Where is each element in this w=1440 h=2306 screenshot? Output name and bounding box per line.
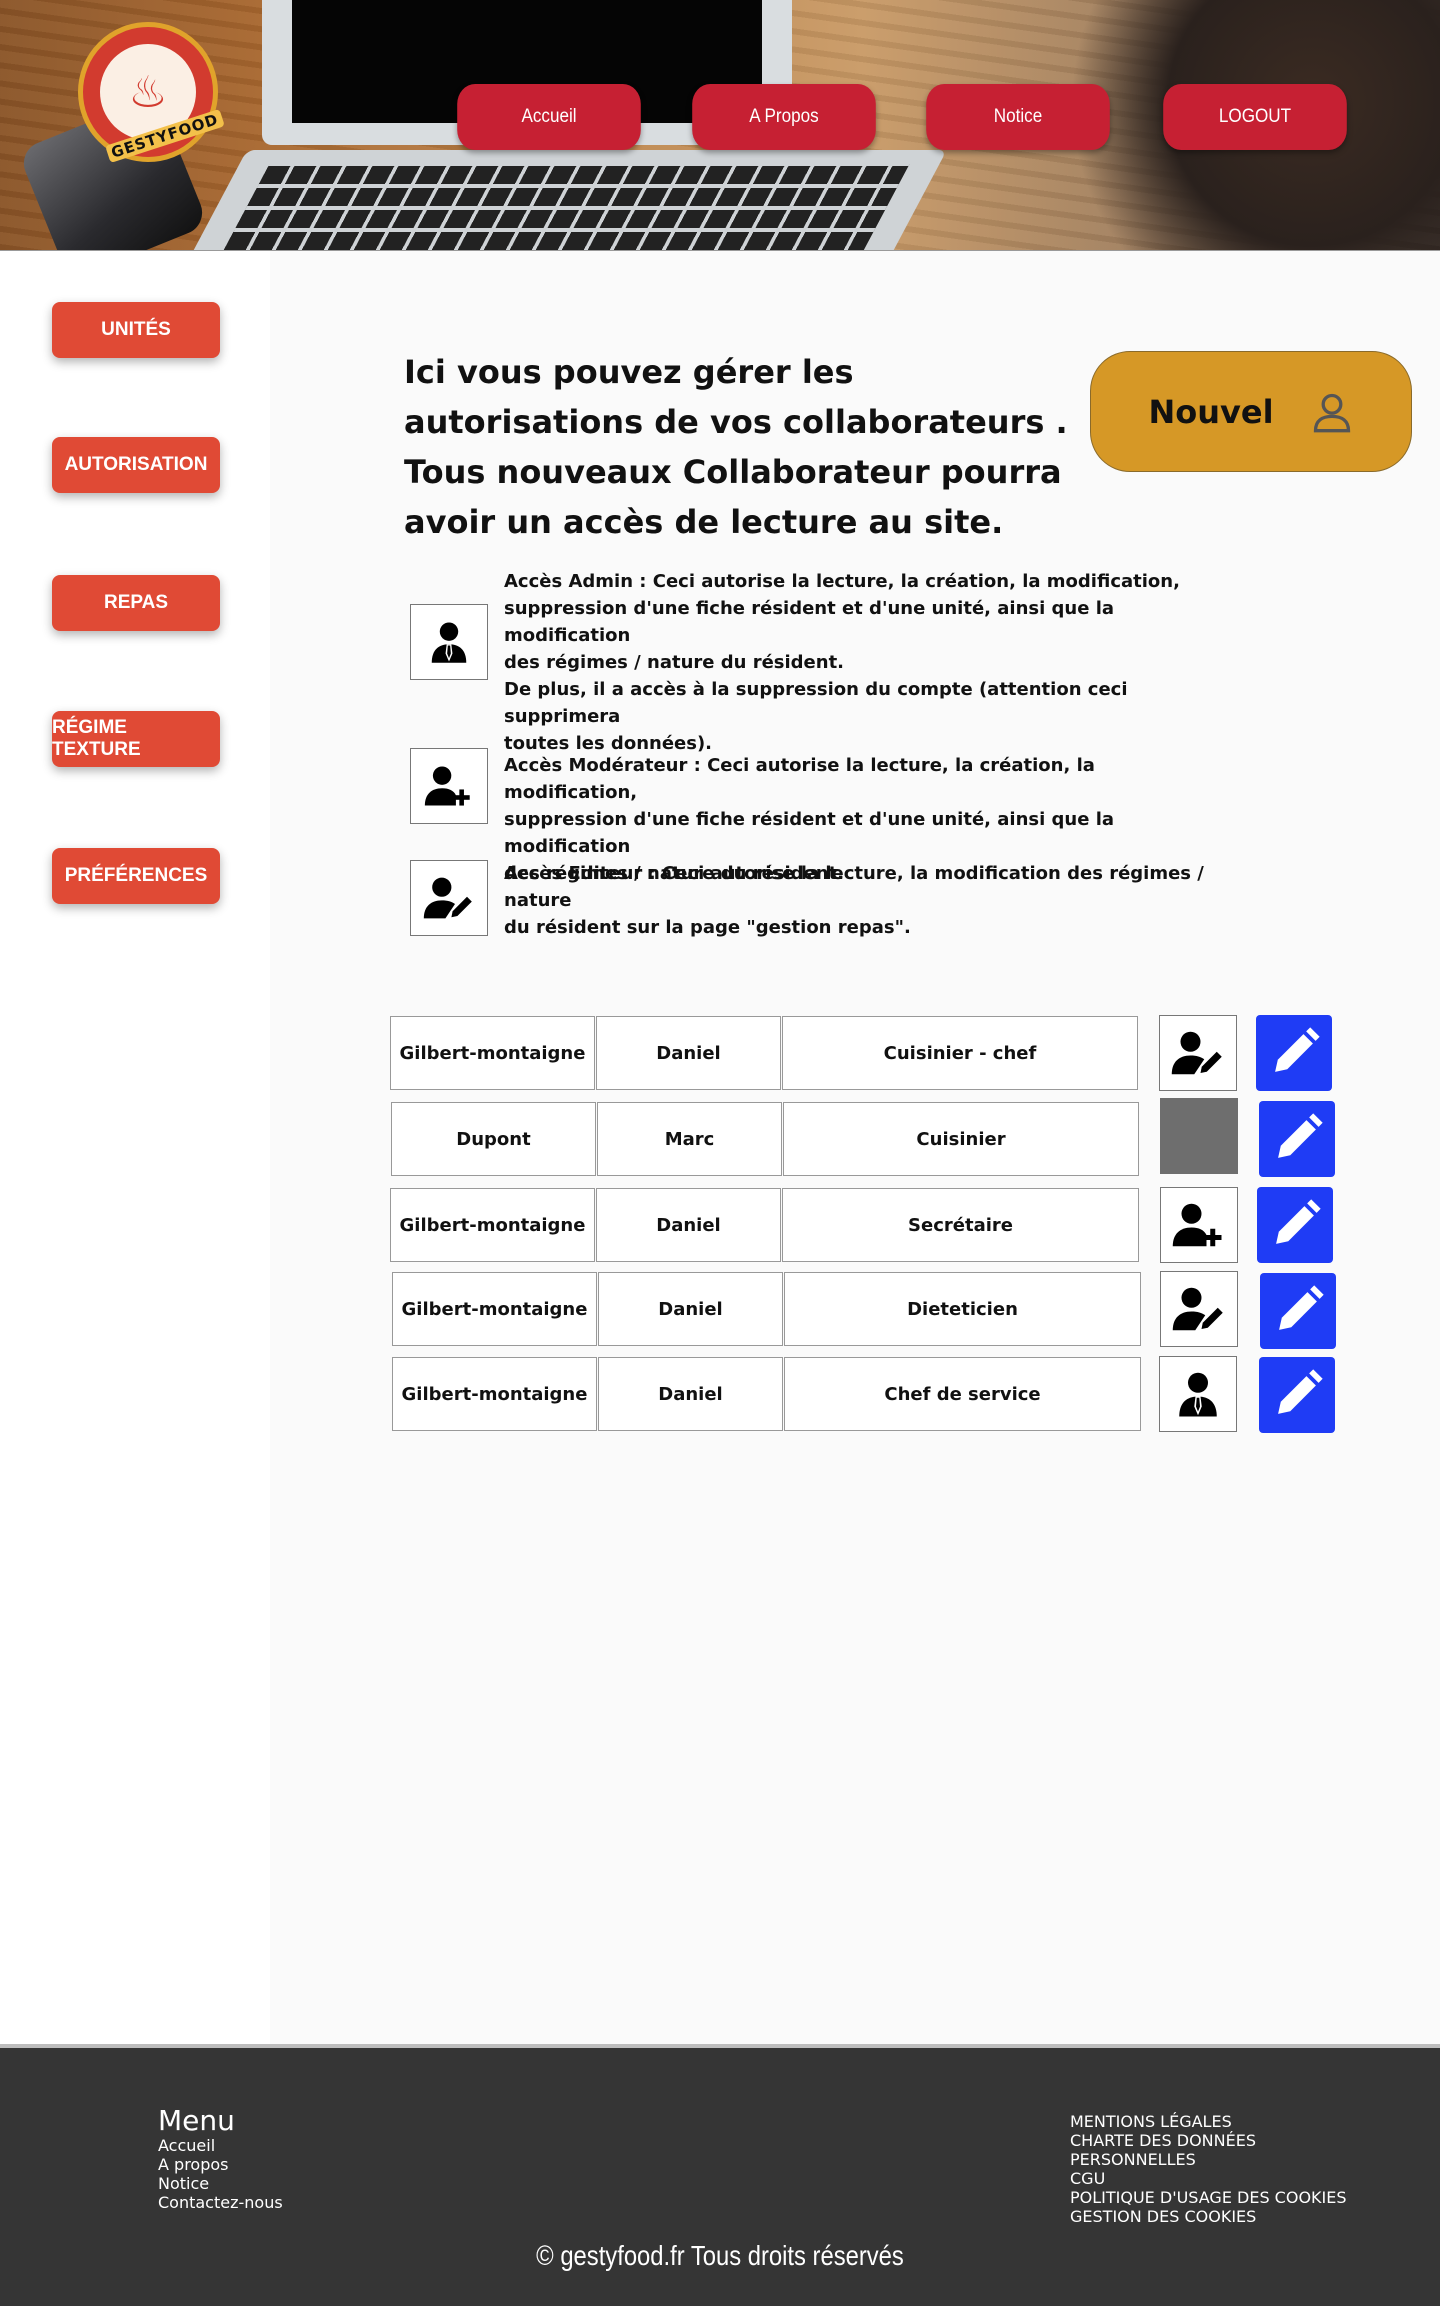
footer-link-charte-donnees[interactable]: CHARTE DES DONNÉES — [1070, 2131, 1347, 2150]
row1-prenom-cell: Daniel — [596, 1016, 781, 1090]
footer-link-charte-donnees-2[interactable]: PERSONNELLES — [1070, 2150, 1347, 2169]
admin-role-icon-box — [410, 604, 488, 680]
pencil-icon — [1268, 1198, 1322, 1252]
row3-prenom-cell: Daniel — [596, 1188, 781, 1262]
sidebar-item-autorisation[interactable]: AUTORISATION — [52, 437, 220, 493]
pencil-icon — [1270, 1368, 1324, 1422]
sidebar-item-repas[interactable]: REPAS — [52, 575, 220, 631]
row4-access-box[interactable] — [1160, 1271, 1238, 1347]
admin-role-description: Accès Admin : Ceci autorise la lecture, … — [504, 568, 1224, 757]
row2-access-box-empty[interactable] — [1160, 1098, 1238, 1174]
footer-link-cgu[interactable]: CGU — [1070, 2169, 1347, 2188]
nav-notice-button[interactable]: Notice — [926, 84, 1110, 150]
footer-link-notice[interactable]: Notice — [158, 2174, 283, 2193]
user-pen-icon — [1170, 1028, 1226, 1078]
footer-link-contact[interactable]: Contactez-nous — [158, 2193, 283, 2212]
page-intro: Ici vous pouvez gérer les autorisations … — [404, 353, 1068, 541]
sidebar-item-regime-texture[interactable]: RÉGIME TEXTURE — [52, 711, 220, 767]
user-plus-icon — [423, 763, 475, 809]
row3-nom-cell: Gilbert-montaigne — [390, 1188, 595, 1262]
footer-legal-links: MENTIONS LÉGALES CHARTE DES DONNÉES PERS… — [1070, 2112, 1347, 2226]
row4-prenom-cell: Daniel — [598, 1272, 783, 1346]
nav-logout-button[interactable]: LOGOUT — [1163, 84, 1347, 150]
footer-link-politique-cookies[interactable]: POLITIQUE D'USAGE DES COOKIES — [1070, 2188, 1347, 2207]
row5-prenom-cell: Daniel — [598, 1357, 783, 1431]
footer-menu-title: Menu — [158, 2104, 235, 2137]
user-tie-icon — [1173, 1369, 1223, 1419]
row1-poste-cell: Cuisinier - chef — [782, 1016, 1138, 1090]
moderator-role-icon-box — [410, 748, 488, 824]
row1-nom-cell: Gilbert-montaigne — [390, 1016, 595, 1090]
admin-role-text: Accès Admin : Ceci autorise la lecture, … — [504, 571, 1180, 754]
footer-copyright: © gestyfood.fr Tous droits réservés — [536, 2240, 904, 2271]
footer-menu-links: Accueil A propos Notice Contactez-nous — [158, 2136, 283, 2212]
row1-edit-button[interactable] — [1256, 1015, 1332, 1091]
user-outline-icon — [1310, 390, 1354, 434]
row2-edit-button[interactable] — [1259, 1101, 1335, 1177]
user-plus-icon — [1171, 1200, 1227, 1250]
editor-role-icon-box — [410, 860, 488, 936]
footer: Menu Accueil A propos Notice Contactez-n… — [0, 2044, 1440, 2306]
pencil-icon — [1267, 1026, 1321, 1080]
sidebar: UNITÉS AUTORISATION REPAS RÉGIME TEXTURE… — [0, 251, 270, 2044]
user-pen-icon — [1171, 1284, 1227, 1334]
nav-accueil-button[interactable]: Accueil — [457, 84, 641, 150]
editor-role-description: Accès Editeur : Ceci autorise la lecture… — [504, 860, 1224, 941]
row2-prenom-cell: Marc — [597, 1102, 782, 1176]
user-tie-icon — [426, 619, 472, 665]
user-pen-icon — [422, 874, 476, 922]
row5-edit-button[interactable] — [1259, 1357, 1335, 1433]
row2-nom-cell: Dupont — [391, 1102, 596, 1176]
row3-edit-button[interactable] — [1257, 1187, 1333, 1263]
row3-poste-cell: Secrétaire — [782, 1188, 1139, 1262]
header-banner: ♨ GESTYFOOD Accueil A Propos Notice LOGO… — [0, 0, 1440, 251]
new-collaborator-label: Nouvel — [1148, 392, 1274, 431]
row4-edit-button[interactable] — [1260, 1273, 1336, 1349]
row4-poste-cell: Dieteticien — [784, 1272, 1141, 1346]
sidebar-item-preferences[interactable]: PRÉFÉRENCES — [52, 848, 220, 904]
row5-nom-cell: Gilbert-montaigne — [392, 1357, 597, 1431]
row2-poste-cell: Cuisinier — [783, 1102, 1139, 1176]
row4-nom-cell: Gilbert-montaigne — [392, 1272, 597, 1346]
new-collaborator-button[interactable]: Nouvel — [1090, 351, 1412, 472]
editor-role-text: Accès Editeur : Ceci autorise la lecture… — [504, 863, 1204, 938]
footer-link-gestion-cookies[interactable]: GESTION DES COOKIES — [1070, 2207, 1347, 2226]
pencil-icon — [1271, 1284, 1325, 1338]
banner-keyboard-image — [183, 150, 947, 250]
footer-link-accueil[interactable]: Accueil — [158, 2136, 283, 2155]
row5-access-box[interactable] — [1159, 1356, 1237, 1432]
row3-access-box[interactable] — [1160, 1187, 1238, 1263]
footer-link-a-propos[interactable]: A propos — [158, 2155, 283, 2174]
pencil-icon — [1270, 1112, 1324, 1166]
row1-access-box[interactable] — [1159, 1015, 1237, 1091]
gestyfood-logo[interactable]: ♨ GESTYFOOD — [78, 22, 225, 164]
nav-a-propos-button[interactable]: A Propos — [692, 84, 876, 150]
sidebar-item-unites[interactable]: UNITÉS — [52, 302, 220, 358]
row5-poste-cell: Chef de service — [784, 1357, 1141, 1431]
footer-link-mentions-legales[interactable]: MENTIONS LÉGALES — [1070, 2112, 1347, 2131]
